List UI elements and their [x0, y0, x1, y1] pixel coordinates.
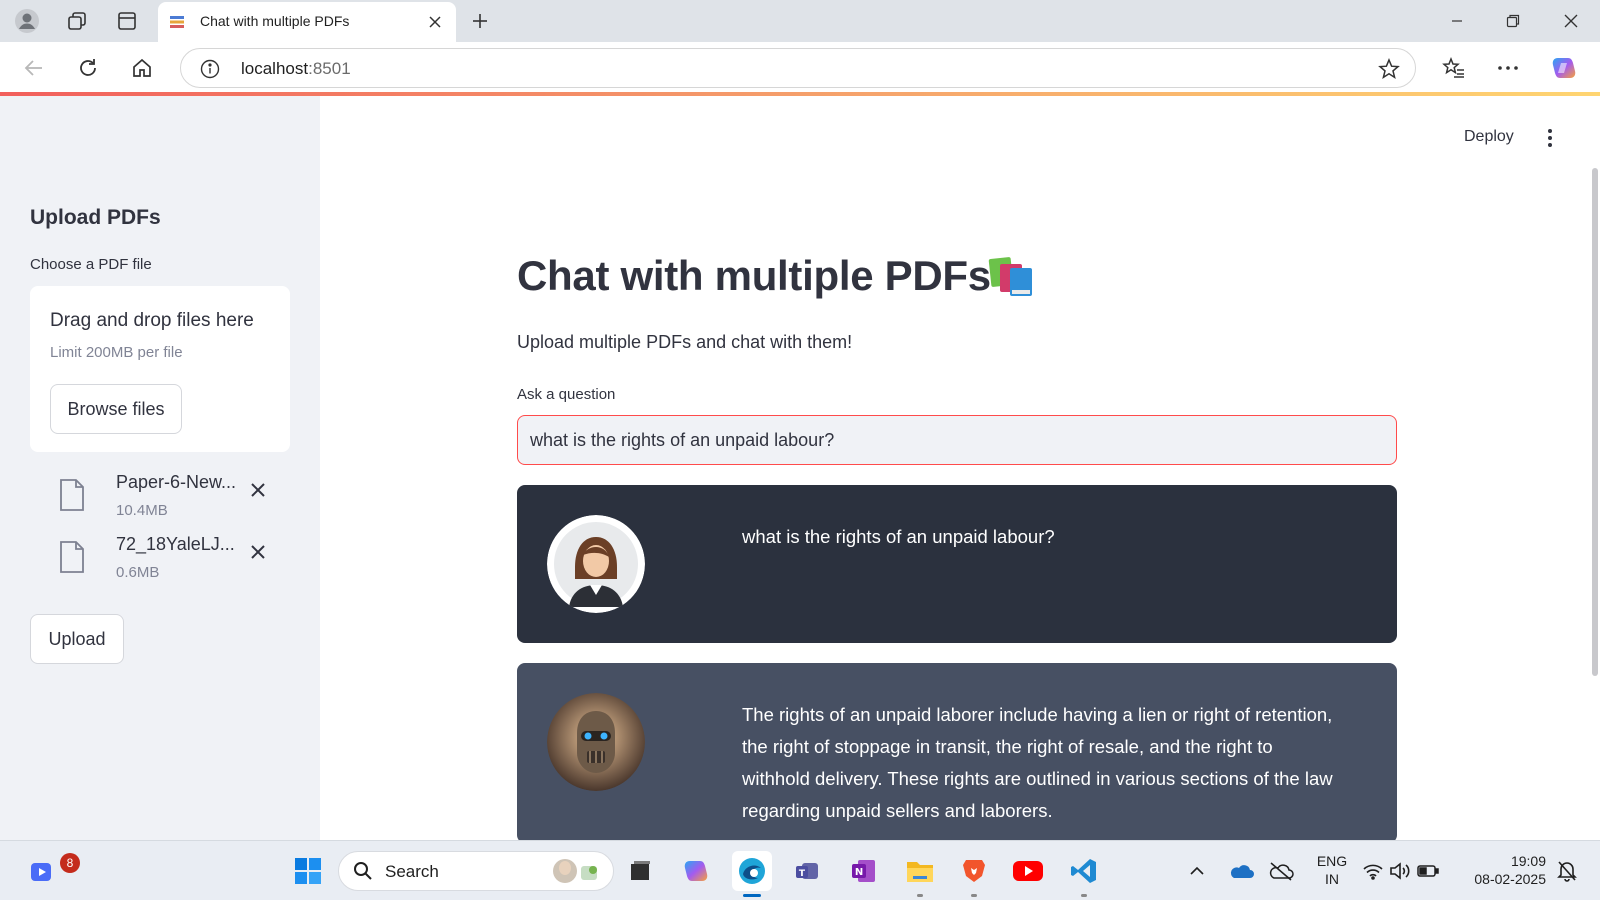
- volume-icon[interactable]: [1386, 851, 1414, 891]
- search-highlight-icon: [549, 856, 603, 891]
- search-icon: [353, 861, 373, 886]
- browser-tab-bar: Chat with multiple PDFs: [0, 0, 1600, 42]
- books-icon: [988, 256, 1038, 298]
- file-explorer-icon[interactable]: [900, 851, 940, 897]
- active-app-indicator: [743, 894, 761, 897]
- file-name: Paper-6-New...: [116, 472, 237, 492]
- running-app-indicator: [1081, 894, 1087, 897]
- favorites-list-icon[interactable]: [1438, 52, 1470, 84]
- search-label: Search: [385, 862, 439, 881]
- browse-files-button[interactable]: Browse files: [50, 384, 182, 434]
- uploaded-file-item: Paper-6-New... 10.4MB: [58, 472, 288, 522]
- file-icon: [58, 478, 86, 512]
- user-message: what is the rights of an unpaid labour?: [517, 485, 1397, 643]
- new-tab-icon[interactable]: [466, 7, 494, 35]
- clock-date: 08-02-2025: [1474, 871, 1546, 887]
- sidebar: Upload PDFs Choose a PDF file Drag and d…: [0, 96, 320, 840]
- bot-message-text: The rights of an unpaid laborer include …: [742, 704, 1333, 821]
- brave-browser-icon[interactable]: [954, 851, 994, 897]
- question-label: Ask a question: [517, 386, 616, 403]
- upload-button[interactable]: Upload: [30, 614, 124, 664]
- svg-text:T: T: [799, 869, 806, 879]
- notifications-bell-icon[interactable]: [1552, 851, 1582, 891]
- taskbar: 8 Search T N ENG IN 19:09 08-02-2025: [0, 840, 1600, 900]
- copilot-icon[interactable]: [1548, 52, 1580, 84]
- active-tab[interactable]: Chat with multiple PDFs: [158, 2, 456, 42]
- main-content: Deploy Chat with multiple PDFs Upload mu…: [320, 96, 1600, 843]
- restore-window-icon[interactable]: [1484, 0, 1542, 42]
- file-icon: [58, 540, 86, 574]
- file-size: 10.4MB: [116, 502, 168, 519]
- close-tab-icon[interactable]: [424, 11, 446, 33]
- bot-message: The rights of an unpaid laborer include …: [517, 663, 1397, 843]
- tab-title: Chat with multiple PDFs: [200, 13, 350, 29]
- teams-icon[interactable]: T: [788, 851, 828, 891]
- youtube-icon[interactable]: [1008, 851, 1048, 891]
- remove-file-icon[interactable]: [246, 540, 270, 564]
- url-text: localhost:8501: [241, 59, 351, 78]
- address-bar[interactable]: localhost:8501: [180, 48, 1416, 88]
- file-name: 72_18YaleLJ...: [116, 534, 235, 554]
- task-view-icon[interactable]: [620, 851, 660, 891]
- onedrive-icon[interactable]: [1224, 851, 1258, 891]
- scrollbar[interactable]: [1592, 168, 1598, 676]
- site-info-icon[interactable]: [199, 58, 221, 80]
- wifi-icon[interactable]: [1360, 851, 1386, 891]
- notification-badge: 8: [60, 853, 80, 873]
- running-app-indicator: [971, 894, 977, 897]
- language-region: IN: [1325, 871, 1339, 887]
- file-size: 0.6MB: [116, 564, 160, 581]
- clock[interactable]: 19:09 08-02-2025: [1462, 852, 1546, 888]
- more-options-icon[interactable]: [1492, 52, 1524, 84]
- remove-file-icon[interactable]: [246, 478, 270, 502]
- streamlit-favicon-icon: [168, 13, 186, 31]
- show-hidden-icons-chevron-icon[interactable]: [1182, 851, 1212, 891]
- onenote-icon[interactable]: N: [844, 851, 884, 891]
- taskbar-search[interactable]: Search: [338, 851, 614, 891]
- meet-app-icon[interactable]: 8: [22, 851, 80, 891]
- page-title: Chat with multiple PDFs: [517, 252, 991, 299]
- running-app-indicator: [917, 894, 923, 897]
- edge-browser-icon[interactable]: [732, 851, 772, 897]
- battery-icon[interactable]: [1414, 851, 1442, 891]
- dropzone-limit: Limit 200MB per file: [50, 344, 183, 361]
- favorite-star-icon[interactable]: [1377, 57, 1401, 81]
- file-dropzone[interactable]: Drag and drop files here Limit 200MB per…: [30, 286, 290, 452]
- cloud-offline-icon[interactable]: [1264, 851, 1298, 891]
- minimize-window-icon[interactable]: [1428, 0, 1486, 42]
- clock-time: 19:09: [1510, 853, 1546, 869]
- home-icon[interactable]: [126, 52, 158, 84]
- user-message-text: what is the rights of an unpaid labour?: [742, 526, 1055, 547]
- back-arrow-icon[interactable]: [18, 52, 50, 84]
- vscode-icon[interactable]: [1064, 851, 1104, 897]
- page-subtitle: Upload multiple PDFs and chat with them!: [517, 332, 853, 352]
- start-windows-icon[interactable]: [288, 851, 328, 891]
- deploy-button[interactable]: Deploy: [1464, 128, 1514, 146]
- svg-text:N: N: [855, 867, 863, 878]
- main-menu-icon[interactable]: [1540, 126, 1560, 150]
- profile-avatar-icon[interactable]: [12, 6, 42, 36]
- language-code: ENG: [1316, 853, 1348, 869]
- sidebar-title: Upload PDFs: [30, 206, 161, 229]
- copilot-taskbar-icon[interactable]: [676, 851, 716, 891]
- language-indicator[interactable]: ENG IN: [1312, 852, 1352, 888]
- uploader-label: Choose a PDF file: [30, 256, 152, 273]
- user-avatar: [547, 515, 645, 613]
- browser-toolbar: localhost:8501: [0, 42, 1600, 92]
- reload-icon[interactable]: [72, 52, 104, 84]
- workspaces-icon[interactable]: [62, 6, 92, 36]
- vertical-tabs-icon[interactable]: [112, 6, 142, 36]
- dropzone-title: Drag and drop files here: [50, 310, 254, 331]
- bot-avatar: [547, 693, 645, 791]
- close-window-icon[interactable]: [1542, 0, 1600, 42]
- uploaded-file-item: 72_18YaleLJ... 0.6MB: [58, 534, 288, 584]
- question-input[interactable]: [517, 415, 1397, 465]
